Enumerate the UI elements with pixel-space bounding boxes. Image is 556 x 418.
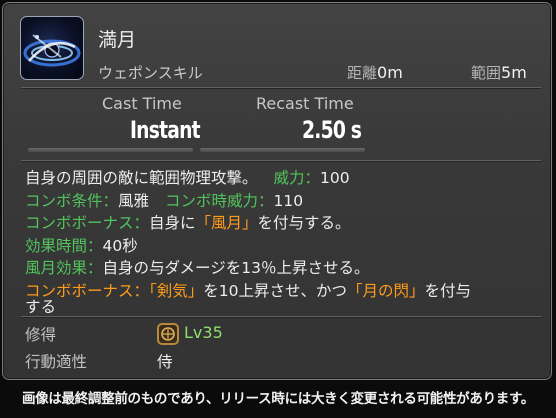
affinity-label: 行動適性 (25, 353, 88, 371)
potency-label: 威力： (273, 169, 321, 187)
combo-condition-label: コンボ条件： (25, 192, 119, 210)
effect-value: 自身の与ダメージを13％上昇させる。 (102, 259, 370, 277)
description-text: 自身に (149, 214, 196, 232)
combo-potency-value: 110 (273, 192, 304, 210)
acquired-level: Lv35 (184, 323, 223, 342)
description-line: コンボボーナス：「剣気」を10上昇させ、かつ「月の閃」を付与 (25, 279, 471, 301)
kenki-gauge-name: 「剣気」 (149, 282, 204, 300)
divider (21, 160, 541, 161)
description-line: 効果時間：40秒 (25, 234, 138, 256)
description-line: 風月効果：自身の与ダメージを13％上昇させる。 (25, 256, 369, 278)
description-line: 自身の周囲の敵に範囲物理攻撃。 威力：100 (25, 166, 350, 188)
duration-value: 40秒 (102, 237, 138, 255)
disclaimer-text: 画像は最終調整前のものであり、リリース時には大きく変更される可能性があります。 (21, 391, 535, 407)
class-emblem-icon (157, 323, 179, 345)
description-text: 自身の周囲の敵に範囲物理攻撃。 (25, 169, 258, 187)
range-stat: 範囲5m (471, 62, 527, 83)
status-effect-name: 「風月」 (195, 214, 258, 232)
range-label: 範囲 (471, 64, 502, 82)
skill-tooltip: 満月 ウェポンスキル 距離0m 範囲5m Cast Time Recast Ti… (2, 2, 552, 380)
cast-time-value: Instant (130, 116, 201, 144)
description-line: コンボボーナス：自身に「風月」を付与する。 (25, 211, 351, 233)
combo-potency-label: コンボ時威力： (165, 192, 274, 210)
description-text: を付与する。 (257, 214, 351, 232)
effect-label: 風月効果： (25, 259, 103, 277)
distance-value: 0m (377, 63, 403, 82)
description-line: する (25, 295, 56, 317)
moon-skill-icon (20, 16, 84, 80)
acquired-label: 修得 (25, 326, 57, 344)
skill-category: ウェポンスキル (98, 64, 203, 82)
distance-stat: 距離0m (347, 62, 403, 83)
divider (21, 316, 541, 317)
range-value: 5m (501, 63, 527, 82)
duration-label: 効果時間： (25, 237, 103, 255)
recast-time-label: Recast Time (256, 94, 354, 113)
cast-time-label: Cast Time (102, 94, 182, 113)
status-effect-name: 「月の閃」 (347, 282, 425, 300)
description-text: する (25, 298, 57, 316)
combo-condition-value: 風雅 (118, 192, 150, 210)
description-text: を10上昇させ、かつ (203, 282, 348, 300)
recast-time-bar (200, 148, 365, 152)
distance-label: 距離 (347, 64, 378, 82)
recast-time-value: 2.50 s (302, 116, 362, 144)
description-text: を付与 (424, 282, 472, 300)
cast-time-bar (28, 148, 193, 152)
divider (21, 87, 541, 88)
combo-bonus-label: コンボボーナス： (25, 214, 150, 232)
description-line: コンボ条件：風雅 コンボ時威力：110 (25, 189, 303, 211)
affinity-value: 侍 (157, 353, 173, 371)
skill-name: 満月 (98, 29, 137, 51)
potency-value: 100 (320, 169, 350, 187)
